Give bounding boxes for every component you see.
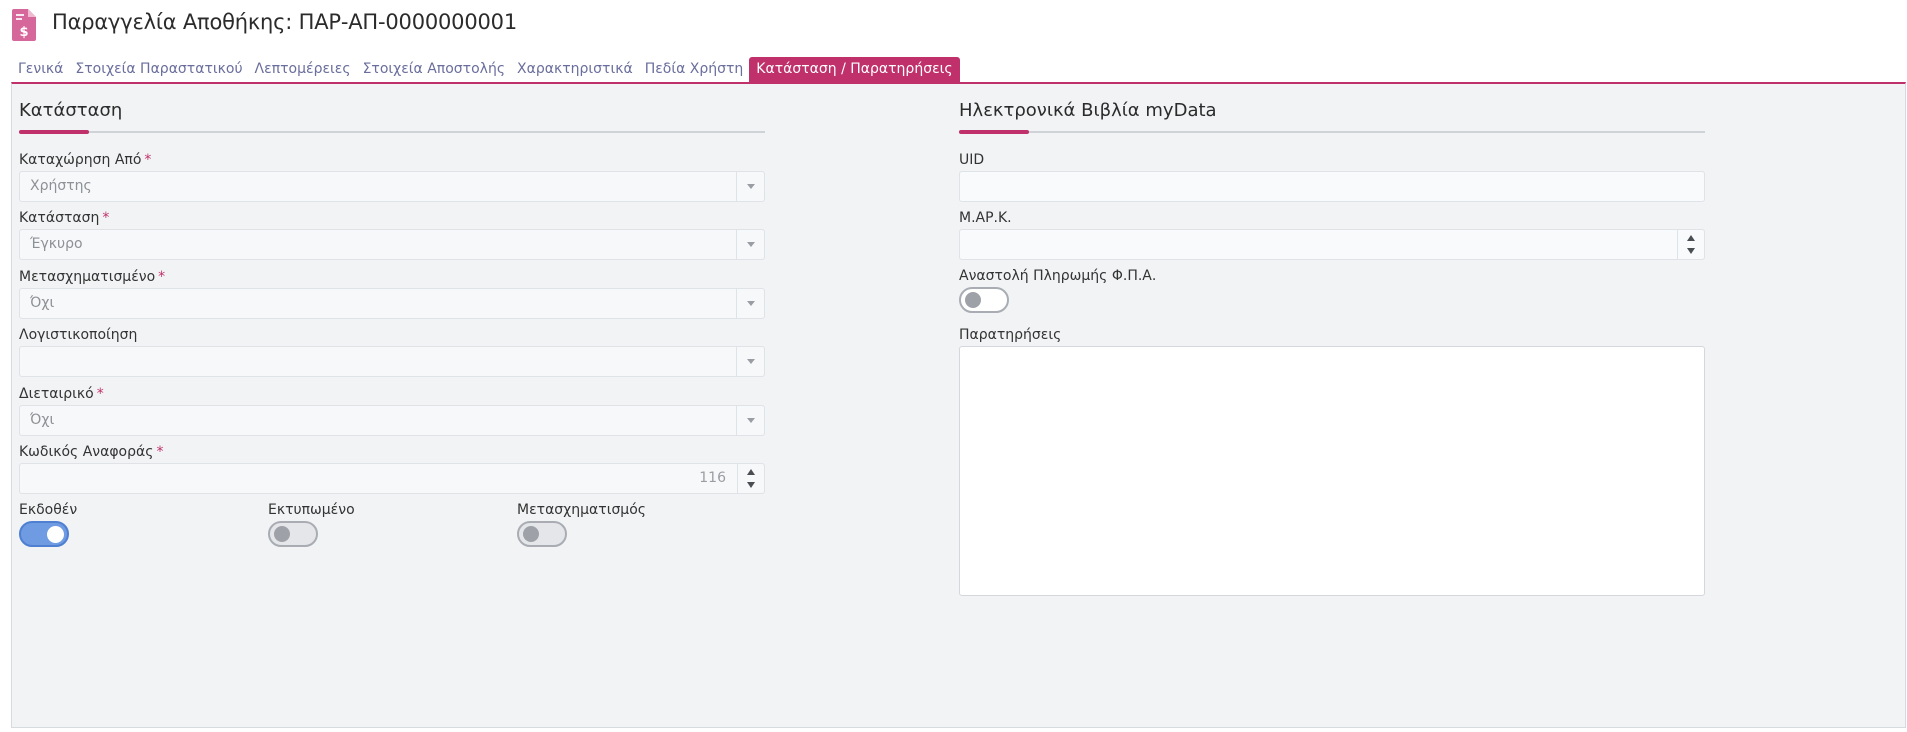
- chevron-down-icon[interactable]: [736, 289, 764, 318]
- status-value: Έγκυρο: [30, 236, 83, 252]
- issued-toggle[interactable]: [19, 521, 69, 547]
- chevron-down-icon[interactable]: [736, 172, 764, 201]
- transformed-value: Όχι: [30, 295, 55, 311]
- uid-input[interactable]: [959, 171, 1705, 202]
- transformation-toggle[interactable]: [517, 521, 567, 547]
- reference-code-label: Κωδικός Αναφοράς: [19, 444, 154, 460]
- registered-by-label: Καταχώρηση Από: [19, 152, 142, 168]
- mark-label: Μ.ΑΡ.Κ.: [959, 210, 1012, 226]
- section-divider: [959, 130, 1705, 134]
- registered-by-select[interactable]: Χρήστης: [19, 171, 765, 202]
- reference-code-value: 116: [699, 470, 726, 486]
- chevron-down-icon[interactable]: [736, 406, 764, 435]
- page-header: $ Παραγγελία Αποθήκης: ΠΑΡ-ΑΠ-0000000001: [0, 0, 1907, 52]
- number-spinner[interactable]: [737, 464, 764, 493]
- notes-label: Παρατηρήσεις: [959, 327, 1062, 343]
- document-dollar-icon: $: [12, 9, 36, 41]
- transformed-field: Μετασχηματισμένο * Όχι: [19, 269, 765, 319]
- required-marker: *: [96, 386, 104, 402]
- tab-user-fields[interactable]: Πεδία Χρήστη: [639, 57, 750, 82]
- spin-up-icon[interactable]: [747, 469, 755, 475]
- intercompany-field: Διεταιρικό * Όχι: [19, 386, 765, 436]
- required-marker: *: [156, 444, 164, 460]
- vat-suspension-toggle[interactable]: [959, 287, 1009, 313]
- spin-up-icon[interactable]: [1687, 235, 1695, 241]
- tab-shipping[interactable]: Στοιχεία Αποστολής: [357, 57, 511, 82]
- status-section: Κατάσταση: [19, 100, 765, 134]
- tab-bar: Γενικά Στοιχεία Παραστατικού Λεπτομέρειε…: [12, 55, 960, 82]
- uid-field: UID: [959, 152, 1705, 202]
- transformation-label: Μετασχηματισμός: [517, 502, 647, 518]
- mydata-section: Ηλεκτρονικά Βιβλία myData: [959, 100, 1705, 134]
- uid-label: UID: [959, 152, 985, 168]
- tab-status-notes[interactable]: Κατάσταση / Παρατηρήσεις: [749, 57, 960, 82]
- intercompany-value: Όχι: [30, 412, 55, 428]
- mark-input[interactable]: [959, 229, 1705, 260]
- intercompany-label: Διεταιρικό: [19, 386, 94, 402]
- status-select[interactable]: Έγκυρο: [19, 229, 765, 260]
- mark-field: Μ.ΑΡ.Κ.: [959, 210, 1705, 260]
- issued-label: Εκδοθέν: [19, 502, 78, 518]
- section-title-mydata: Ηλεκτρονικά Βιβλία myData: [959, 100, 1217, 121]
- status-label: Κατάσταση: [19, 210, 100, 226]
- required-marker: *: [144, 152, 152, 168]
- printed-toggle[interactable]: [268, 521, 318, 547]
- tab-characteristics[interactable]: Χαρακτηριστικά: [511, 57, 639, 82]
- vat-suspension-field: Αναστολή Πληρωμής Φ.Π.Α.: [959, 268, 1705, 313]
- status-field: Κατάσταση * Έγκυρο: [19, 210, 765, 260]
- svg-text:$: $: [19, 25, 28, 40]
- printed-toggle-field: Εκτυπωμένο: [268, 502, 488, 547]
- number-spinner[interactable]: [1677, 230, 1704, 259]
- section-title-status: Κατάσταση: [19, 100, 123, 121]
- chevron-down-icon[interactable]: [736, 230, 764, 259]
- required-marker: *: [158, 269, 166, 285]
- notes-textarea[interactable]: [959, 346, 1705, 596]
- transformation-toggle-field: Μετασχηματισμός: [517, 502, 737, 547]
- notes-field: Παρατηρήσεις: [959, 327, 1705, 596]
- printed-label: Εκτυπωμένο: [268, 502, 355, 518]
- transformed-select[interactable]: Όχι: [19, 288, 765, 319]
- tab-general[interactable]: Γενικά: [12, 57, 69, 82]
- registered-by-field: Καταχώρηση Από * Χρήστης: [19, 152, 765, 202]
- spin-down-icon[interactable]: [747, 482, 755, 488]
- page-title: Παραγγελία Αποθήκης: ΠΑΡ-ΑΠ-0000000001: [52, 10, 517, 34]
- registered-by-value: Χρήστης: [30, 178, 92, 194]
- toggle-knob: [274, 526, 290, 542]
- accounting-field: Λογιστικοποίηση: [19, 327, 765, 377]
- tab-document-details[interactable]: Στοιχεία Παραστατικού: [69, 57, 248, 82]
- transformed-label: Μετασχηματισμένο: [19, 269, 156, 285]
- required-marker: *: [102, 210, 110, 226]
- issued-toggle-field: Εκδοθέν: [19, 502, 239, 547]
- toggle-knob: [523, 526, 539, 542]
- section-divider: [19, 130, 765, 134]
- accounting-select[interactable]: [19, 346, 765, 377]
- tab-details[interactable]: Λεπτομέρειες: [249, 57, 357, 82]
- toggle-knob: [965, 292, 981, 308]
- vat-suspension-label: Αναστολή Πληρωμής Φ.Π.Α.: [959, 268, 1157, 284]
- tab-content-panel: Κατάσταση Καταχώρηση Από * Χρήστης Κατάστ…: [11, 82, 1906, 728]
- intercompany-select[interactable]: Όχι: [19, 405, 765, 436]
- reference-code-input[interactable]: 116: [19, 463, 765, 494]
- reference-code-field: Κωδικός Αναφοράς * 116: [19, 444, 765, 494]
- spin-down-icon[interactable]: [1687, 248, 1695, 254]
- chevron-down-icon[interactable]: [736, 347, 764, 376]
- accounting-label: Λογιστικοποίηση: [19, 327, 138, 343]
- toggle-knob: [47, 525, 64, 543]
